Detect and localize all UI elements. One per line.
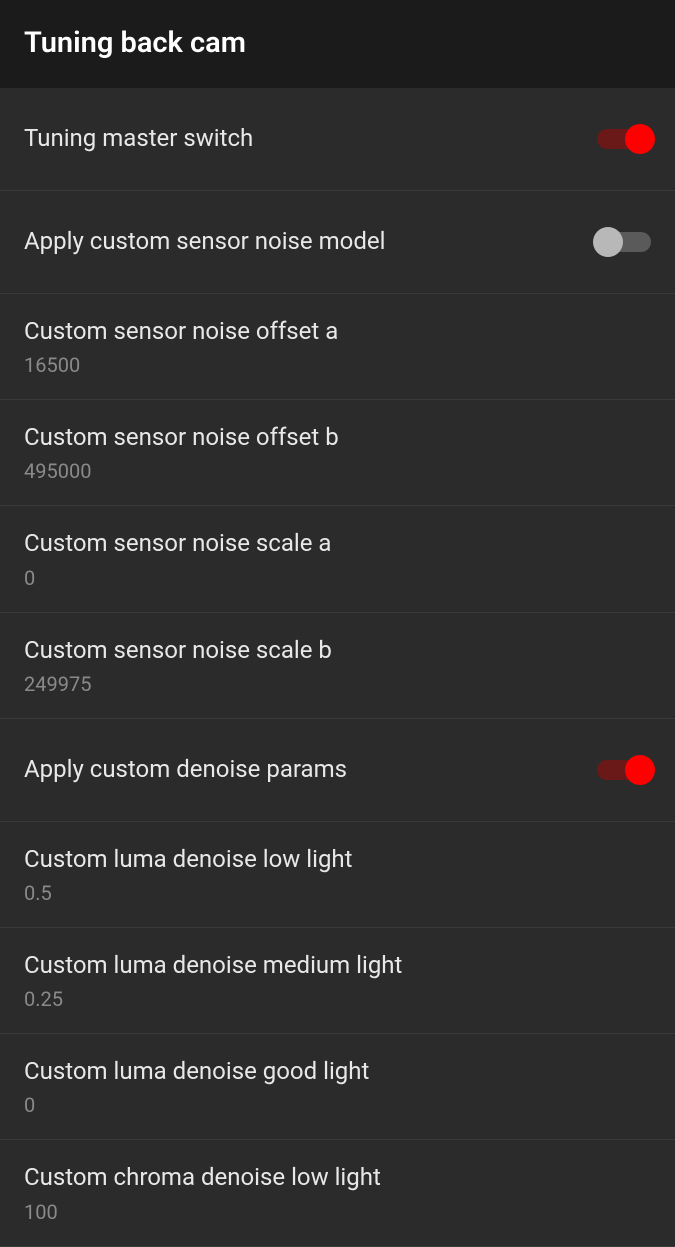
setting-text: Apply custom denoise params [24,754,347,785]
setting-label: Custom luma denoise medium light [24,950,402,981]
setting-custom-sensor-noise-offset-a[interactable]: Custom sensor noise offset a 16500 [0,294,675,400]
toggle-switch[interactable] [597,129,651,149]
setting-value: 495000 [24,459,339,483]
setting-apply-custom-denoise-params[interactable]: Apply custom denoise params [0,719,675,822]
setting-label: Custom chroma denoise low light [24,1162,381,1193]
toggle-switch[interactable] [597,760,651,780]
setting-custom-luma-denoise-good-light[interactable]: Custom luma denoise good light 0 [0,1034,675,1140]
setting-label: Apply custom sensor noise model [24,226,385,257]
setting-label: Custom sensor noise offset a [24,316,338,347]
setting-text: Custom luma denoise medium light 0.25 [24,950,402,1011]
setting-text: Tuning master switch [24,123,253,154]
settings-list: Tuning master switch Apply custom sensor… [0,88,675,1247]
setting-value: 0 [24,1093,369,1117]
setting-value: 0.5 [24,881,353,905]
setting-custom-sensor-noise-scale-b[interactable]: Custom sensor noise scale b 249975 [0,613,675,719]
setting-value: 0 [24,566,332,590]
toggle-knob [593,227,623,257]
setting-custom-chroma-denoise-low-light[interactable]: Custom chroma denoise low light 100 [0,1140,675,1246]
setting-text: Custom sensor noise scale a 0 [24,528,332,589]
toggle-switch[interactable] [597,232,651,252]
toggle-knob [625,755,655,785]
header: Tuning back cam [0,0,675,88]
setting-custom-sensor-noise-scale-a[interactable]: Custom sensor noise scale a 0 [0,506,675,612]
setting-custom-sensor-noise-offset-b[interactable]: Custom sensor noise offset b 495000 [0,400,675,506]
setting-value: 16500 [24,353,338,377]
setting-label: Custom sensor noise scale b [24,635,332,666]
setting-label: Custom luma denoise low light [24,844,353,875]
setting-text: Custom sensor noise offset b 495000 [24,422,339,483]
setting-custom-luma-denoise-low-light[interactable]: Custom luma denoise low light 0.5 [0,822,675,928]
setting-text: Apply custom sensor noise model [24,226,385,257]
setting-label: Custom sensor noise offset b [24,422,339,453]
setting-label: Apply custom denoise params [24,754,347,785]
setting-text: Custom sensor noise scale b 249975 [24,635,332,696]
setting-value: 0.25 [24,987,402,1011]
setting-value: 100 [24,1200,381,1224]
setting-custom-luma-denoise-medium-light[interactable]: Custom luma denoise medium light 0.25 [0,928,675,1034]
setting-text: Custom luma denoise low light 0.5 [24,844,353,905]
setting-tuning-master-switch[interactable]: Tuning master switch [0,88,675,191]
setting-text: Custom sensor noise offset a 16500 [24,316,338,377]
setting-value: 249975 [24,672,332,696]
setting-label: Custom sensor noise scale a [24,528,332,559]
setting-label: Tuning master switch [24,123,253,154]
setting-text: Custom luma denoise good light 0 [24,1056,369,1117]
page-title: Tuning back cam [24,26,651,60]
setting-label: Custom luma denoise good light [24,1056,369,1087]
setting-text: Custom chroma denoise low light 100 [24,1162,381,1223]
toggle-knob [625,124,655,154]
setting-apply-custom-sensor-noise-model[interactable]: Apply custom sensor noise model [0,191,675,294]
